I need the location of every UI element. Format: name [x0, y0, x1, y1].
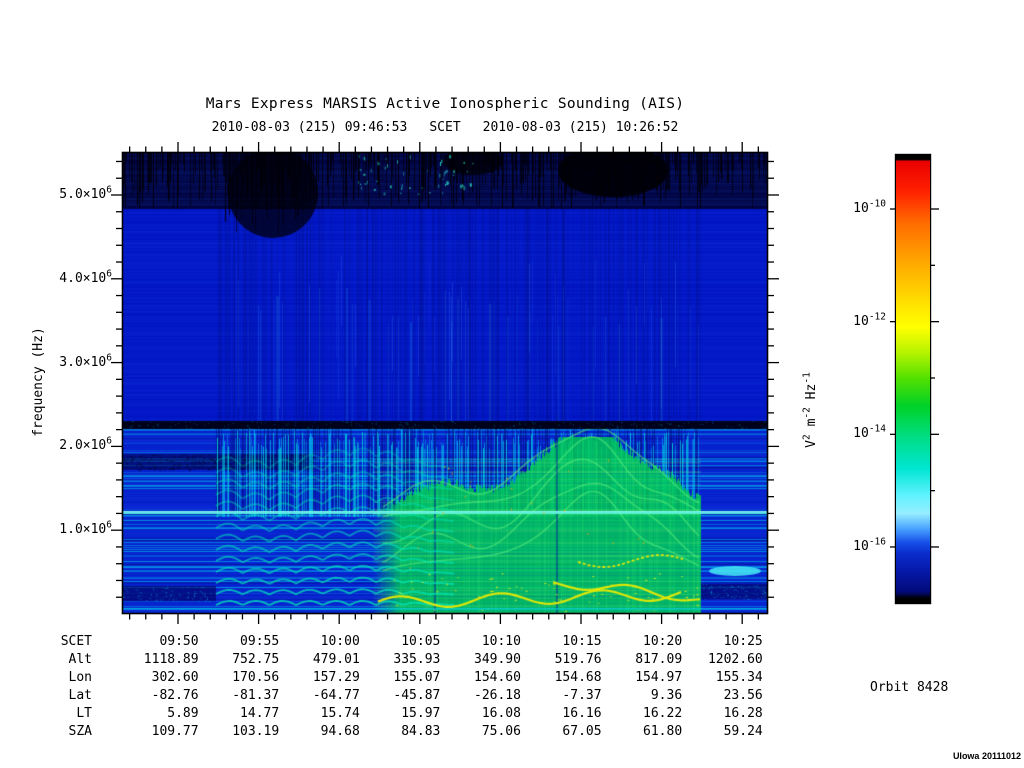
ephemeris-cell: 157.29	[312, 670, 360, 685]
ephemeris-table: SCET 09:50 09:55 10:00 10:05 10:10 10:15 10:20 1…	[37, 633, 777, 741]
ephemeris-cell: 94.68	[320, 724, 360, 739]
credit-label: UIowa 20111012	[952, 751, 1021, 761]
ephemeris-row-label: Lat	[68, 688, 92, 703]
colorbar-title: V2 m-2 Hz-1	[801, 372, 819, 448]
ephemeris-cell: 1202.60	[707, 652, 763, 667]
ephemeris-cell: 817.09	[635, 652, 683, 667]
ephemeris-cell: 15.97	[401, 706, 441, 721]
ephemeris-cell: 10:05	[401, 634, 441, 649]
ephemeris-cell: -7.37	[562, 688, 602, 703]
ephemeris-cell: 5.89	[167, 706, 199, 721]
ephemeris-cell: 154.60	[474, 670, 521, 685]
colorbar-tick-label: 10-10	[853, 198, 886, 216]
ephemeris-cell: 16.16	[562, 706, 602, 721]
ephemeris-cell: 10:20	[643, 634, 683, 649]
ephemeris-cell: 10:00	[320, 634, 360, 649]
scet-axis-label: SCET	[429, 120, 461, 135]
ephemeris-cell: -45.87	[393, 688, 441, 703]
ephemeris-cell: 84.83	[401, 724, 441, 739]
ephemeris-cell: 519.76	[554, 652, 602, 667]
ephemeris-cell: 67.05	[562, 724, 602, 739]
scet-start: 2010-08-03 (215) 09:46:53	[211, 120, 408, 135]
figure-root: Mars Express MARSIS Active Ionospheric S…	[0, 0, 1024, 768]
orbit-label: Orbit 8428	[870, 680, 949, 695]
ephemeris-cell: 15.74	[320, 706, 360, 721]
ephemeris-cell: 10:15	[562, 634, 602, 649]
ephemeris-cell: 335.93	[393, 652, 441, 667]
ephemeris-cell: 155.07	[393, 670, 441, 685]
ephemeris-cell: 59.24	[723, 724, 763, 739]
ephemeris-row-label: SCET	[60, 634, 92, 649]
ephemeris-cell: 752.75	[232, 652, 280, 667]
ephemeris-row-label: LT	[76, 706, 92, 721]
ephemeris-row-label: SZA	[68, 724, 92, 739]
colorbar-tick-label: 10-12	[853, 311, 886, 329]
ephemeris-cell: -82.76	[151, 688, 199, 703]
ephemeris-cell: 09:55	[240, 634, 280, 649]
chart-subtitle: 2010-08-03 (215) 09:46:53 SCET 2010-08-0…	[122, 120, 768, 135]
scet-end: 2010-08-03 (215) 10:26:52	[482, 120, 679, 135]
y-tick-label: 5.0×106	[59, 184, 112, 202]
y-tick-label: 3.0×106	[59, 352, 112, 370]
y-tick-label: 1.0×106	[59, 519, 112, 538]
y-tick-label: 4.0×106	[59, 268, 112, 286]
ephemeris-cell: 61.80	[643, 724, 683, 739]
ephemeris-cell: 103.19	[232, 724, 280, 739]
ephemeris-cell: 14.77	[240, 706, 280, 721]
ephemeris-cell: -64.77	[312, 688, 360, 703]
ephemeris-row-label: Lon	[68, 670, 92, 685]
ephemeris-cell: 479.01	[312, 652, 360, 667]
ephemeris-row-label: Alt	[68, 652, 92, 667]
ephemeris-cell: 10:10	[481, 634, 521, 649]
ephemeris-cell: 109.77	[151, 724, 199, 739]
spectrogram-canvas	[123, 153, 768, 614]
ephemeris-cell: 23.56	[723, 688, 763, 703]
ephemeris-cell: 16.22	[643, 706, 683, 721]
ephemeris-cell: 155.34	[715, 670, 763, 685]
ephemeris-cell: -26.18	[474, 688, 521, 703]
ephemeris-cell: 09:50	[159, 634, 199, 649]
ephemeris-cell: 16.28	[723, 706, 763, 721]
ephemeris-cell: 1118.89	[143, 652, 199, 667]
ephemeris-cell: 9.36	[650, 688, 683, 703]
ephemeris-cell: -81.37	[232, 688, 280, 703]
ephemeris-cell: 302.60	[151, 670, 199, 685]
ephemeris-cell: 75.06	[481, 724, 521, 739]
ephemeris-cell: 170.56	[232, 670, 280, 685]
chart-title: Mars Express MARSIS Active Ionospheric S…	[205, 96, 685, 112]
y-axis-title: frequency (Hz)	[31, 327, 46, 437]
ephemeris-cell: 16.08	[481, 706, 521, 721]
ephemeris-cell: 10:25	[723, 634, 763, 649]
ephemeris-cell: 154.97	[635, 670, 683, 685]
y-tick-label: 2.0×106	[59, 436, 112, 454]
ephemeris-cell: 154.68	[554, 670, 602, 685]
ephemeris-cell: 349.90	[474, 652, 521, 667]
colorbar-tick-label: 10-16	[853, 536, 886, 554]
colorbar-gradient	[896, 155, 930, 603]
